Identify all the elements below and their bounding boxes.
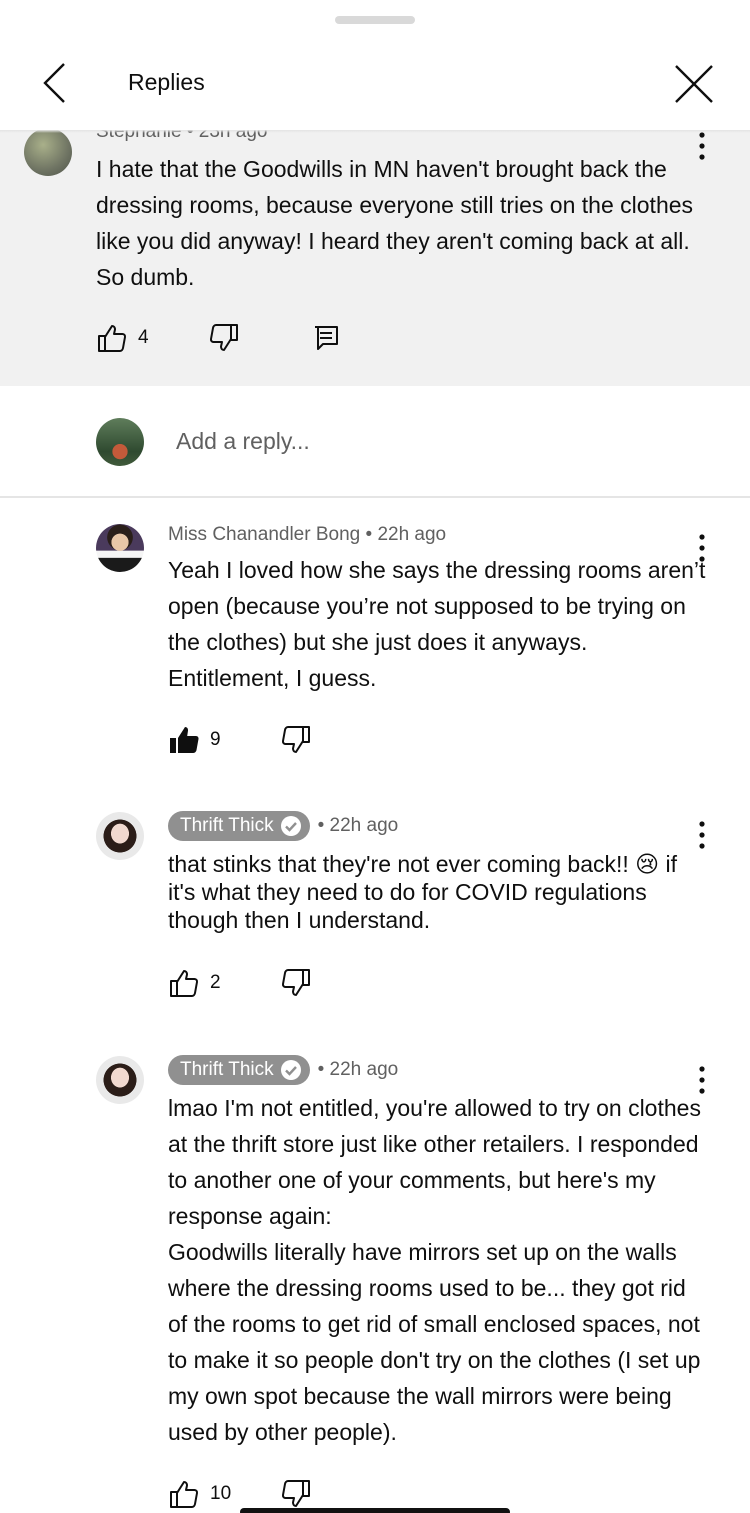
like-button[interactable]: 10 bbox=[168, 1478, 231, 1510]
comment-actions: 2 bbox=[168, 967, 468, 999]
verified-check-icon bbox=[280, 1060, 301, 1080]
reply-item: Thrift Thick • 22h ago lmao I'm not enti… bbox=[0, 1036, 750, 1513]
thumbs-down-icon bbox=[281, 1480, 310, 1507]
meta-separator: • bbox=[317, 1059, 330, 1080]
reply-item: Thrift Thick • 22h ago that stinks that … bbox=[0, 790, 750, 1036]
comment-text: that stinks that they're not ever coming… bbox=[168, 851, 678, 933]
meta-separator: • bbox=[317, 815, 330, 836]
like-count: 4 bbox=[138, 327, 149, 348]
author-name[interactable]: Miss Chanandler Bong bbox=[168, 524, 360, 546]
more-vert-icon bbox=[699, 821, 705, 849]
comment-time: 22h ago bbox=[377, 524, 447, 545]
like-button[interactable]: 2 bbox=[168, 967, 221, 999]
current-user-avatar bbox=[96, 418, 144, 466]
comment-text: Yeah I loved how she says the dressing r… bbox=[168, 557, 706, 691]
dislike-button[interactable] bbox=[280, 967, 312, 999]
parent-comment: Stephanie • 23h ago I hate that the Good… bbox=[0, 130, 750, 386]
author-name: Thrift Thick bbox=[180, 1059, 274, 1080]
thumbs-up-icon bbox=[170, 1481, 199, 1508]
page-title: Replies bbox=[128, 69, 205, 95]
comment-actions: 4 bbox=[96, 322, 396, 354]
thumbs-down-icon bbox=[281, 726, 310, 753]
comment-text: I hate that the Goodwills in MN haven't … bbox=[96, 156, 694, 290]
meta-separator: • bbox=[360, 524, 378, 545]
replies-header: Replies bbox=[0, 40, 750, 130]
comment-actions: 10 bbox=[168, 1478, 468, 1510]
comment-meta: Thrift Thick • 22h ago bbox=[168, 811, 398, 841]
comment-meta: Miss Chanandler Bong • 22h ago bbox=[168, 524, 446, 546]
thumbs-down-icon bbox=[209, 324, 238, 351]
avatar[interactable] bbox=[96, 812, 144, 860]
more-options-button[interactable] bbox=[686, 130, 718, 162]
more-options-button[interactable] bbox=[686, 819, 718, 851]
comment-actions: 9 bbox=[168, 724, 468, 756]
like-count: 2 bbox=[210, 972, 221, 993]
thumbs-down-icon bbox=[281, 969, 310, 996]
like-count: 9 bbox=[210, 729, 221, 750]
avatar[interactable] bbox=[96, 1056, 144, 1104]
comment-meta: Thrift Thick • 22h ago bbox=[168, 1055, 398, 1085]
close-icon bbox=[675, 65, 713, 103]
dislike-button[interactable] bbox=[208, 322, 240, 354]
avatar[interactable] bbox=[24, 130, 72, 176]
comment-time: 22h ago bbox=[329, 815, 399, 836]
add-reply-bar: Add a reply... bbox=[0, 386, 750, 498]
comment-icon bbox=[315, 326, 338, 350]
close-button[interactable] bbox=[668, 58, 720, 110]
like-count: 10 bbox=[210, 1483, 232, 1504]
header-divider bbox=[0, 130, 750, 133]
comment-time: 22h ago bbox=[329, 1059, 399, 1080]
avatar[interactable] bbox=[96, 524, 144, 572]
back-button[interactable] bbox=[30, 58, 80, 108]
author-name: Thrift Thick bbox=[180, 815, 274, 836]
replies-sheet: Replies Stephanie • 23h ago I hate that … bbox=[0, 0, 750, 1513]
dislike-button[interactable] bbox=[280, 724, 312, 756]
add-reply-input[interactable]: Add a reply... bbox=[176, 428, 310, 455]
thumbs-up-icon bbox=[170, 970, 199, 997]
comment-text: lmao I'm not entitled, you're allowed to… bbox=[168, 1095, 701, 1445]
more-vert-icon bbox=[699, 132, 705, 160]
dislike-button[interactable] bbox=[280, 1478, 312, 1510]
verified-check-icon bbox=[280, 816, 301, 836]
drag-handle[interactable] bbox=[335, 16, 415, 24]
chevron-left-icon bbox=[43, 63, 65, 103]
home-indicator bbox=[240, 1508, 510, 1513]
like-button[interactable]: 9 bbox=[168, 724, 221, 756]
thumbs-up-filled-icon bbox=[170, 727, 199, 753]
reply-button[interactable] bbox=[310, 322, 342, 354]
thumbs-up-icon bbox=[98, 325, 127, 352]
reply-item: Miss Chanandler Bong • 22h ago Yeah I lo… bbox=[0, 500, 750, 790]
creator-badge[interactable]: Thrift Thick bbox=[168, 811, 310, 841]
like-button[interactable]: 4 bbox=[96, 322, 149, 354]
creator-badge[interactable]: Thrift Thick bbox=[168, 1055, 310, 1085]
